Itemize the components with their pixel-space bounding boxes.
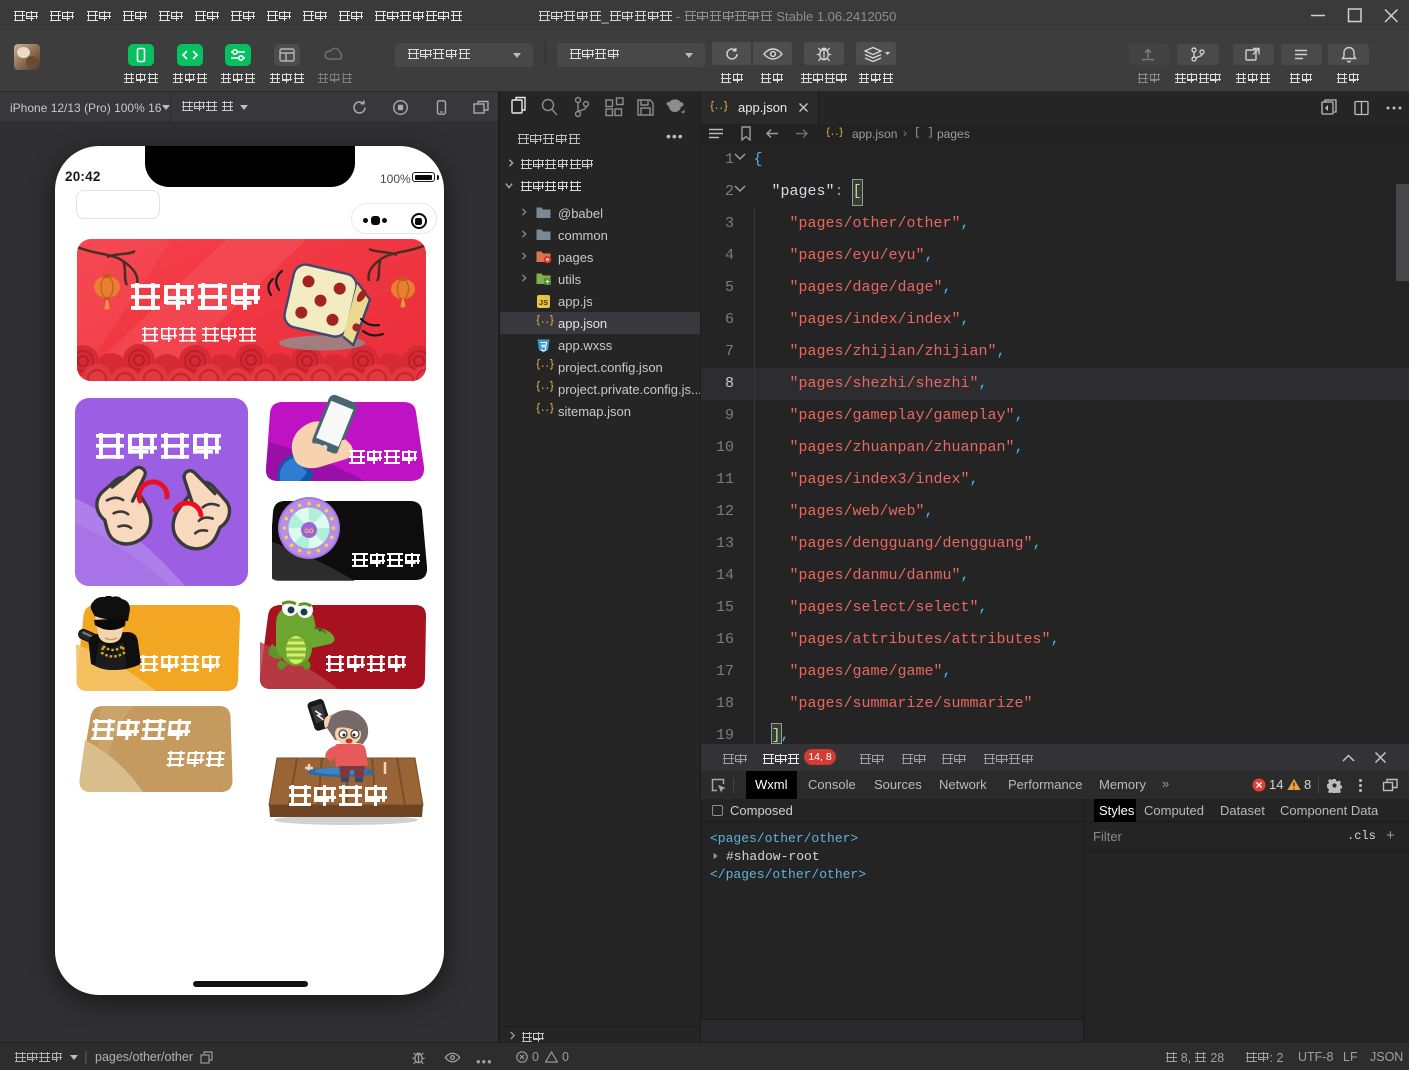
svg-text:JS: JS [539,298,548,307]
svg-text:GO: GO [304,529,314,535]
